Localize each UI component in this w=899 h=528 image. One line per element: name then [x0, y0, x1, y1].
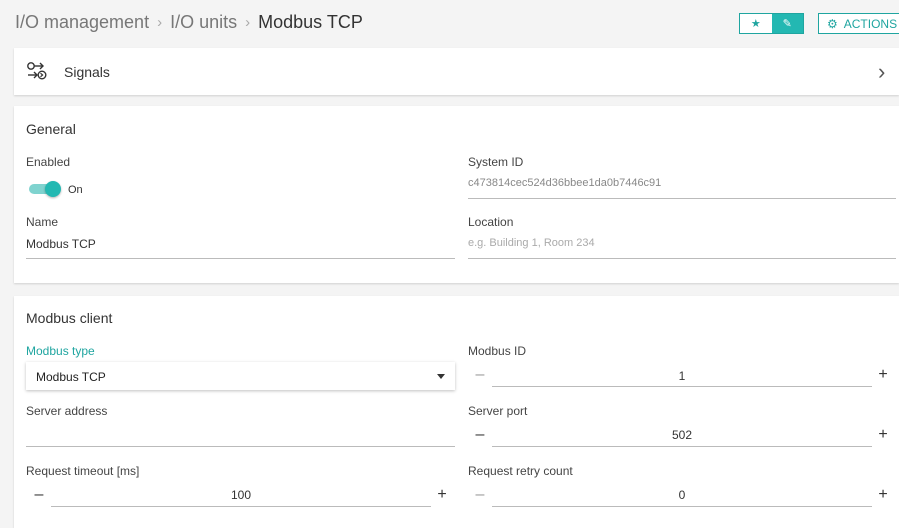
server-address-label: Server address	[26, 404, 108, 418]
modbus-id-increment-button[interactable]: +	[876, 367, 890, 383]
breadcrumb-item-io-units[interactable]: I/O units	[170, 12, 237, 33]
breadcrumb: I/O management › I/O units › Modbus TCP	[15, 12, 363, 33]
page-title: Modbus TCP	[258, 12, 363, 32]
edit-button[interactable]: ✎	[771, 14, 803, 33]
system-id-underline	[468, 198, 896, 199]
location-label: Location	[468, 215, 514, 229]
request-retry-value[interactable]: 0	[492, 488, 872, 502]
server-port-decrement-button[interactable]: –	[473, 427, 487, 443]
system-id-value: c473814cec524d36bbee1da0b7446c91	[468, 177, 662, 189]
name-underline	[26, 258, 455, 259]
chevron-right-icon: ›	[878, 59, 886, 84]
request-timeout-decrement-button[interactable]: –	[32, 487, 46, 503]
server-port-value[interactable]: 502	[492, 428, 872, 442]
request-timeout-label: Request timeout [ms]	[26, 464, 140, 478]
enabled-toggle[interactable]: On	[26, 180, 106, 200]
gear-icon: ⚙	[827, 16, 838, 31]
modbus-id-decrement-button[interactable]: –	[473, 367, 487, 383]
system-id-label: System ID	[468, 155, 524, 169]
request-timeout-increment-button[interactable]: +	[435, 487, 449, 503]
modbus-type-value: Modbus TCP	[36, 370, 106, 384]
enabled-label: Enabled	[26, 155, 71, 169]
signals-icon	[27, 62, 47, 80]
request-timeout-underline	[51, 506, 431, 507]
actions-label: ACTIONS	[843, 16, 898, 31]
modbus-type-select[interactable]: Modbus TCP	[26, 362, 455, 390]
breadcrumb-separator: ›	[245, 14, 251, 31]
server-port-label: Server port	[468, 404, 528, 418]
breadcrumb-separator: ›	[157, 14, 163, 31]
server-port-underline	[492, 446, 872, 447]
favorite-edit-toggle: ★ ✎	[739, 13, 804, 34]
request-retry-label: Request retry count	[468, 464, 573, 478]
section-title-general: General	[26, 121, 76, 137]
modbus-id-value[interactable]: 1	[492, 369, 872, 383]
star-icon: ★	[750, 18, 761, 30]
name-label: Name	[26, 215, 59, 229]
actions-button[interactable]: ⚙ ACTIONS	[818, 13, 899, 34]
server-address-underline	[26, 446, 455, 447]
toggle-knob	[45, 181, 61, 197]
location-field[interactable]: e.g. Building 1, Room 234	[468, 232, 896, 258]
request-timeout-value[interactable]: 100	[51, 488, 431, 502]
caret-down-icon	[437, 374, 445, 379]
modbus-type-label: Modbus type	[26, 344, 95, 358]
modbus-id-label: Modbus ID	[468, 344, 527, 358]
top-bar: I/O management › I/O units › Modbus TCP …	[0, 0, 899, 46]
general-card: General Enabled On System ID c473814cec5…	[14, 106, 899, 283]
location-underline	[468, 258, 896, 259]
request-retry-decrement-button[interactable]: –	[473, 487, 487, 503]
location-placeholder: e.g. Building 1, Room 234	[468, 237, 595, 249]
modbus-id-underline	[492, 386, 872, 387]
server-address-field[interactable]	[26, 420, 455, 446]
favorite-button[interactable]: ★	[740, 14, 772, 33]
enabled-state: On	[68, 184, 83, 196]
request-retry-increment-button[interactable]: +	[876, 487, 890, 503]
name-value: Modbus TCP	[26, 237, 96, 251]
pencil-icon: ✎	[782, 18, 792, 30]
breadcrumb-item-io-management[interactable]: I/O management	[15, 12, 149, 33]
section-title-modbus-client: Modbus client	[26, 310, 113, 326]
name-field[interactable]: Modbus TCP	[26, 232, 455, 258]
server-port-increment-button[interactable]: +	[876, 427, 890, 443]
signals-label: Signals	[64, 64, 110, 80]
signals-card[interactable]: Signals ›	[14, 48, 899, 95]
modbus-client-card: Modbus client Modbus type Modbus TCP Mod…	[14, 296, 899, 528]
request-retry-underline	[492, 506, 872, 507]
